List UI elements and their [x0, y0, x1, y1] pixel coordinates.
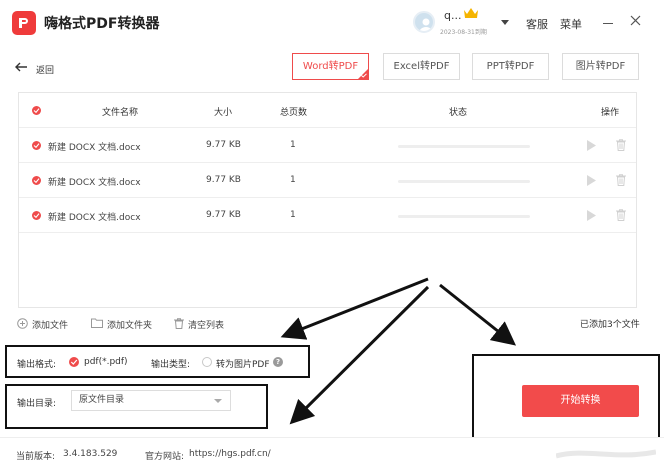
trash-icon[interactable] [174, 318, 184, 329]
table-row[interactable]: 新建 DOCX 文档.docx 9.77 KB 1 [19, 199, 636, 233]
table-header: 文件名称 大小 总页数 状态 操作 [19, 93, 636, 128]
header-size: 大小 [214, 108, 233, 118]
format-option-pdf[interactable]: pdf(*.pdf) [84, 357, 128, 367]
tab-word-to-pdf[interactable]: Word转PDF [292, 53, 369, 80]
trash-icon[interactable] [616, 174, 626, 186]
file-name: 新建 DOCX 文档.docx [48, 213, 141, 223]
file-pages: 1 [290, 140, 296, 150]
back-button[interactable]: 返回 [36, 63, 54, 76]
trash-icon[interactable] [616, 139, 626, 151]
vip-expire-date: 2023-08-31到期 [440, 29, 487, 36]
username[interactable]: q... [444, 9, 461, 22]
header-pages: 总页数 [280, 108, 308, 118]
row-checkbox[interactable] [32, 176, 41, 185]
chevron-down-icon[interactable] [501, 20, 509, 25]
add-file-button[interactable]: 添加文件 [32, 318, 68, 331]
file-pages: 1 [290, 210, 296, 220]
file-count-text: 已添加3个文件 [580, 320, 640, 330]
output-dir-label: 输出目录: [17, 399, 57, 409]
header-status: 状态 [449, 108, 468, 118]
play-icon[interactable] [587, 140, 596, 151]
output-dir-value: 原文件目录 [79, 395, 125, 405]
header-file-name: 文件名称 [102, 108, 139, 118]
file-table: 文件名称 大小 总页数 状态 操作 新建 DOCX 文档.docx 9.77 K… [18, 92, 637, 308]
table-row[interactable]: 新建 DOCX 文档.docx 9.77 KB 1 [19, 129, 636, 163]
play-icon[interactable] [587, 210, 596, 221]
version-label: 当前版本: [16, 452, 56, 462]
file-size: 9.77 KB [206, 140, 241, 150]
file-name: 新建 DOCX 文档.docx [48, 143, 141, 153]
tab-label: 图片转PDF [575, 61, 626, 72]
clear-list-button[interactable]: 清空列表 [188, 318, 224, 331]
select-all-checkbox[interactable] [32, 106, 41, 115]
start-convert-button[interactable]: 开始转换 [522, 385, 639, 417]
app-logo-icon [12, 11, 36, 35]
tab-label: Excel转PDF [393, 61, 450, 72]
type-option-image-pdf[interactable]: 转为图片PDF [216, 357, 270, 370]
website-link[interactable]: https://hgs.pdf.cn/ [189, 449, 271, 459]
customer-service-button[interactable]: 客服 [526, 16, 548, 32]
check-icon [361, 73, 367, 78]
output-format-label: 输出格式: [17, 360, 57, 370]
menu-button[interactable]: 菜单 [560, 16, 582, 32]
file-size: 9.77 KB [206, 210, 241, 220]
file-pages: 1 [290, 175, 296, 185]
table-row[interactable]: 新建 DOCX 文档.docx 9.77 KB 1 [19, 164, 636, 198]
file-name: 新建 DOCX 文档.docx [48, 178, 141, 188]
status-progress-bar [398, 145, 530, 148]
title-bar: 嗨格式PDF转换器 q... 2023-08-31到期 客服 菜单 [0, 0, 664, 46]
type-radio-image-pdf[interactable] [202, 357, 212, 367]
format-radio-pdf[interactable] [69, 357, 79, 367]
back-arrow-icon[interactable] [15, 62, 28, 72]
file-size: 9.77 KB [206, 175, 241, 185]
close-icon[interactable] [630, 15, 641, 26]
minimize-icon[interactable] [603, 23, 613, 24]
watermark-logo [556, 449, 656, 459]
status-progress-bar [398, 215, 530, 218]
trash-icon[interactable] [616, 209, 626, 221]
row-checkbox[interactable] [32, 141, 41, 150]
app-title: 嗨格式PDF转换器 [44, 16, 160, 32]
output-dir-select[interactable]: 原文件目录 [71, 390, 231, 411]
output-type-label: 输出类型: [151, 360, 191, 370]
chevron-down-icon [214, 399, 222, 403]
status-progress-bar [398, 180, 530, 183]
website-label: 官方网站: [145, 452, 185, 462]
play-icon[interactable] [587, 175, 596, 186]
tab-excel-to-pdf[interactable]: Excel转PDF [383, 53, 460, 80]
tab-label: Word转PDF [302, 61, 359, 72]
header-operations: 操作 [601, 108, 620, 118]
version-number: 3.4.183.529 [63, 449, 118, 459]
tab-image-to-pdf[interactable]: 图片转PDF [562, 53, 639, 80]
vip-crown-icon [464, 8, 478, 18]
folder-icon[interactable] [91, 318, 103, 328]
help-icon[interactable]: ? [273, 357, 283, 367]
tab-ppt-to-pdf[interactable]: PPT转PDF [472, 53, 549, 80]
add-folder-button[interactable]: 添加文件夹 [107, 318, 152, 331]
avatar[interactable] [413, 11, 435, 33]
row-checkbox[interactable] [32, 211, 41, 220]
add-circle-icon[interactable] [17, 318, 28, 329]
tab-label: PPT转PDF [486, 61, 535, 72]
